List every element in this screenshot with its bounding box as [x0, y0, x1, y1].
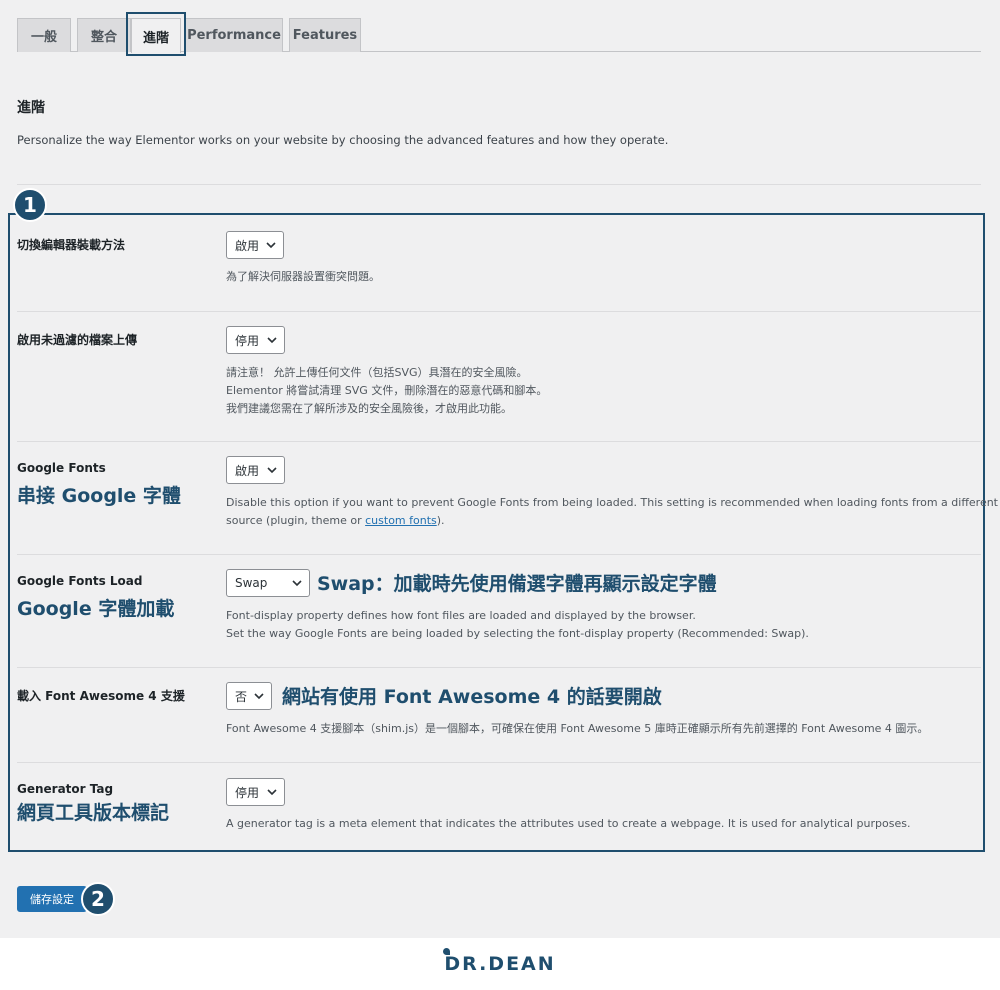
save-settings-button[interactable]: 儲存設定 [17, 886, 87, 912]
tab-label: Features [292, 28, 358, 43]
tab-performance[interactable]: Performance [185, 18, 283, 52]
generator-tag-annotation: 網頁工具版本標記 [17, 802, 170, 824]
chevron-down-icon [266, 242, 276, 249]
description-line: 為了解決伺服器設置衝突問題。 [226, 270, 380, 283]
step-badge-2: 2 [81, 882, 115, 916]
google-fonts-load-description: Font-display property defines how font f… [226, 607, 809, 643]
select-value: Swap [235, 576, 268, 590]
select-value: 啟用 [235, 238, 260, 253]
google-fonts-annotation: 串接 Google 字體 [17, 485, 181, 507]
chevron-down-icon [267, 789, 277, 796]
description-line: Disable this option if you want to preve… [226, 496, 998, 509]
editor-loader-select[interactable]: 啟用 [226, 231, 284, 259]
font-awesome-4-description: Font Awesome 4 支援腳本（shim.js）是一個腳本，可確保在使用… [226, 720, 928, 738]
row-label-font-awesome-4: 載入 Font Awesome 4 支援 [17, 689, 185, 703]
tab-advanced[interactable]: 進階 [131, 18, 181, 53]
tab-general[interactable]: 一般 [17, 18, 71, 52]
description-line: source (plugin, theme or custom fonts). [226, 512, 998, 530]
tab-label: Performance [187, 28, 281, 43]
font-awesome-4-select[interactable]: 否 [226, 682, 272, 710]
google-fonts-description: Disable this option if you want to preve… [226, 494, 998, 530]
divider [17, 667, 981, 668]
unfiltered-upload-select[interactable]: 停用 [226, 326, 285, 354]
row-label-unfiltered-upload: 啟用未過濾的檔案上傳 [17, 333, 138, 347]
description-text: source (plugin, theme or [226, 514, 366, 527]
tab-label: 進階 [142, 30, 169, 46]
tab-label: 整合 [90, 30, 117, 45]
divider [17, 184, 981, 185]
row-label-google-fonts: Google Fonts [17, 461, 106, 475]
google-fonts-select[interactable]: 啟用 [226, 456, 285, 484]
select-value: 停用 [235, 785, 260, 800]
section-description: Personalize the way Elementor works on y… [17, 133, 669, 147]
row-label-editor-loader: 切換編輯器裝載方法 [17, 238, 126, 252]
settings-highlight-box [8, 213, 985, 852]
select-value: 停用 [235, 333, 260, 348]
section-title: 進階 [17, 100, 45, 116]
chevron-down-icon [267, 337, 277, 344]
custom-fonts-link[interactable]: custom fonts [365, 514, 437, 527]
description-line: Set the way Google Fonts are being loade… [226, 627, 809, 640]
step-badge-1: 1 [13, 188, 47, 222]
chevron-down-icon [254, 693, 264, 700]
google-fonts-load-select[interactable]: Swap [226, 569, 310, 597]
description-line: Font-display property defines how font f… [226, 609, 696, 622]
tab-features[interactable]: Features [289, 18, 361, 52]
footer: DR.DEAN [0, 938, 1000, 990]
select-value: 啟用 [235, 463, 260, 478]
description-line: 我們建議您需在了解所涉及的安全風險後，才啟用此功能。 [226, 402, 512, 415]
row-label-generator-tag: Generator Tag [17, 782, 114, 796]
divider [17, 441, 981, 442]
swap-annotation: Swap：加載時先使用備選字體再顯示設定字體 [317, 573, 717, 595]
description-text: ). [436, 514, 445, 527]
chevron-down-icon [292, 580, 302, 587]
logo-text: DR.DEAN [444, 953, 556, 975]
google-fonts-load-annotation: Google 字體加載 [17, 598, 175, 620]
row-label-google-fonts-load: Google Fonts Load [17, 574, 143, 588]
description-line: Font Awesome 4 支援腳本（shim.js）是一個腳本，可確保在使用… [226, 722, 929, 735]
brand-logo: DR.DEAN [443, 948, 556, 975]
logo-mark-icon [443, 948, 451, 955]
generator-tag-description: A generator tag is a meta element that i… [226, 815, 910, 833]
generator-tag-select[interactable]: 停用 [226, 778, 285, 806]
description-line: Elementor 將嘗試清理 SVG 文件，刪除潛在的惡意代碼和腳本。 [226, 384, 548, 397]
divider [17, 554, 981, 555]
tab-label: 一般 [30, 30, 57, 45]
unfiltered-upload-description: 請注意！ 允許上傳任何文件（包括SVG）具潛在的安全風險。 Elementor … [226, 364, 547, 418]
description-line: A generator tag is a meta element that i… [226, 817, 911, 830]
select-value: 否 [235, 689, 248, 704]
tab-integrations[interactable]: 整合 [77, 18, 131, 52]
divider [17, 762, 981, 763]
chevron-down-icon [267, 467, 277, 474]
divider [17, 311, 981, 312]
settings-tabs: 一般 整合 進階 Performance Features [17, 18, 981, 53]
font-awesome-annotation: 網站有使用 Font Awesome 4 的話要開啟 [282, 686, 662, 708]
description-line: 請注意！ 允許上傳任何文件（包括SVG）具潛在的安全風險。 [226, 366, 528, 379]
editor-loader-description: 為了解決伺服器設置衝突問題。 [226, 268, 380, 286]
